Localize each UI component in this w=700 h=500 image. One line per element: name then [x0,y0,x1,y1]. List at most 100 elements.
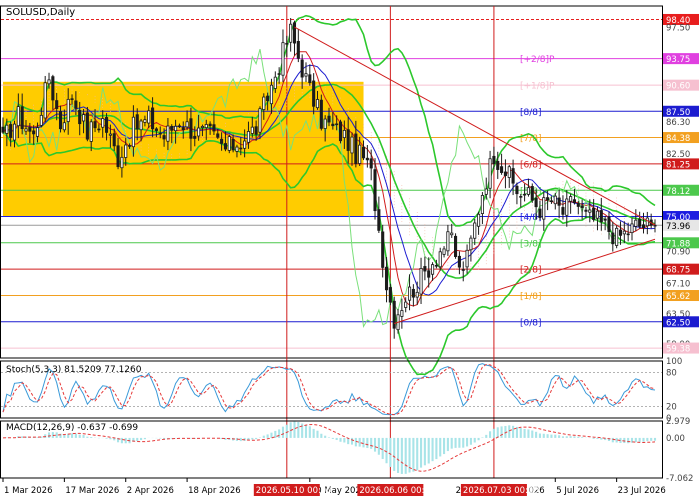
candle-body [327,115,331,123]
candle-body [128,145,132,147]
candle-body [304,73,308,77]
candle-body [338,121,343,142]
candle-body [557,197,561,206]
candle-body [39,114,43,126]
price-axis-label: 93.75 [666,55,690,65]
candle-body [89,121,93,142]
price-axis-label: 67.10 [666,280,690,290]
candle-body [51,76,55,101]
candle-body [70,98,74,100]
candle-body [308,74,312,84]
candle-body [174,125,178,132]
candle-body [312,80,316,107]
chart-title: SOLUSD,Daily [6,7,75,18]
candle-body [296,40,300,59]
candle-body [565,198,569,216]
candle-body [81,114,86,122]
candle-body [373,169,377,212]
murrey-level-label: [6/8] [520,160,542,170]
candle-body [204,124,208,129]
candle-body [496,161,500,170]
candle-body [354,133,358,165]
candle-body [227,136,231,151]
candle-body [534,197,538,208]
candle-body [446,231,450,252]
candle-body [346,129,350,151]
price-axis-label: 78.12 [666,187,690,197]
price-axis-label: 65.62 [666,292,690,302]
candle-body [158,132,162,135]
candle-body [200,126,204,128]
candle-body [392,300,396,329]
candle-body [538,208,542,218]
candle-body [434,264,438,267]
candle-body [381,231,385,268]
stochastic-axis-label: 80 [666,368,677,378]
candle-body [120,156,124,169]
macd-label: MACD(12,26,9) -0.637 -0.699 [6,423,138,433]
candle-body [634,219,638,227]
candle-body [20,106,24,130]
price-axis-label: 68.75 [666,266,690,276]
chart: [+2/8]P[+1/8]P[8/8][7/8][6/8][5/8][4/8][… [0,0,700,500]
price-axis-label: 59.38 [666,345,690,355]
candle-body [9,124,13,138]
candle-body [653,224,657,227]
murrey-level-label: [4/8] [520,213,542,223]
candle-body [645,217,649,227]
candle-body [331,123,335,127]
date-marker-label: 2026.06.06 00:00 [359,486,435,496]
candle-body [484,188,488,195]
candle-body [492,155,496,164]
candle-body [592,207,596,220]
candle-body [231,138,235,151]
candle-body [388,287,392,303]
candle-body [580,205,584,208]
candle-body [438,251,442,268]
candle-body [300,59,304,78]
candle-body [415,291,419,298]
candle-body [269,84,274,105]
candle-body [143,119,147,123]
candle-body [377,209,381,231]
candle-body [223,143,227,150]
candle-body [622,230,626,235]
candle-body [135,114,139,130]
date-marker-label: 2026.05.10 00:00 [256,486,332,496]
candle-body [181,127,185,131]
candle-body [361,146,366,159]
murrey-level-label: [8/8] [520,108,542,118]
time-axis-label: 5 Jul 2026 [556,486,599,496]
macd-axis-label: -7.062 [666,474,693,484]
candle-body [166,125,170,142]
time-axis-label: 18 Apr 2026 [188,486,241,496]
candle-body [85,112,89,140]
candle-body [599,210,603,223]
candle-body [289,23,293,43]
candle-body [630,223,634,234]
candle-body [32,130,36,135]
candle-body [108,133,112,136]
candle-body [450,232,454,236]
candle-body [66,98,70,122]
candle-body [273,76,277,89]
candle-body [457,255,461,268]
candle-body [454,235,458,257]
candle-body [365,157,369,161]
murrey-level-label: [1/8] [520,292,542,302]
candle-body [369,158,373,169]
price-axis-label: 62.50 [666,318,690,328]
candle-body [335,123,339,126]
candle-body [427,270,431,278]
candle-body [43,82,47,119]
murrey-level-label: [0/8] [520,318,542,328]
candle-body [116,145,120,168]
candle-body [584,209,588,212]
candle-body [193,135,197,139]
price-axis-label: 84.38 [666,134,690,144]
candle-body [480,195,484,214]
candle-body [607,216,611,232]
candle-body [561,207,565,215]
candle-body [5,124,9,134]
candle-body [423,266,427,272]
